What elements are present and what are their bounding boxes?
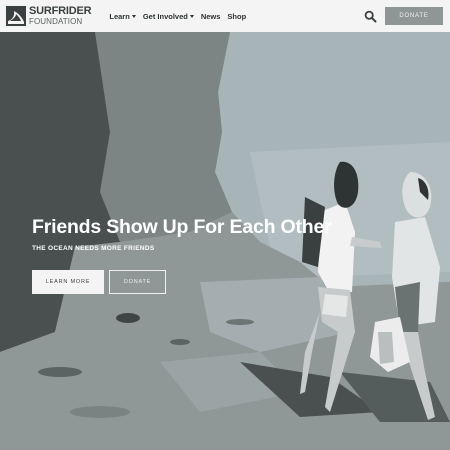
site-header: SURFRIDER FOUNDATION Learn Get Involved …: [0, 0, 450, 32]
nav-item-label: Shop: [227, 11, 247, 21]
nav-item-label: Learn: [109, 11, 130, 21]
hero-background-image: [0, 32, 450, 450]
chevron-down-icon: [189, 14, 194, 18]
hero-title: Friends Show Up For Each Other: [32, 216, 332, 238]
search-icon[interactable]: [364, 10, 377, 23]
surfrider-wave-icon: [6, 6, 26, 26]
chevron-down-icon: [131, 14, 136, 18]
nav-item-shop[interactable]: Shop: [227, 12, 246, 21]
nav-item-label: News: [200, 11, 221, 21]
brand-name: SURFRIDER FOUNDATION: [29, 5, 92, 26]
nav-item-news[interactable]: News: [201, 12, 221, 21]
hero-donate-button[interactable]: DONATE: [109, 270, 166, 294]
brand-name-line1: SURFRIDER: [29, 5, 92, 17]
nav-item-learn[interactable]: Learn: [109, 11, 136, 21]
hero-subtitle: THE OCEAN NEEDS MORE FRIENDS: [32, 245, 155, 252]
nav-item-label: Get Involved: [142, 11, 188, 21]
brand-logo[interactable]: SURFRIDER FOUNDATION: [6, 5, 92, 26]
brand-name-line2: FOUNDATION: [29, 17, 83, 26]
nav-item-get-involved[interactable]: Get Involved: [143, 12, 194, 21]
learn-more-button[interactable]: LEARN MORE: [32, 270, 104, 294]
hero-section: Friends Show Up For Each Other THE OCEAN…: [0, 32, 450, 450]
main-nav: Learn Get Involved News Shop: [109, 12, 253, 21]
header-donate-button[interactable]: DONATE: [385, 7, 443, 25]
